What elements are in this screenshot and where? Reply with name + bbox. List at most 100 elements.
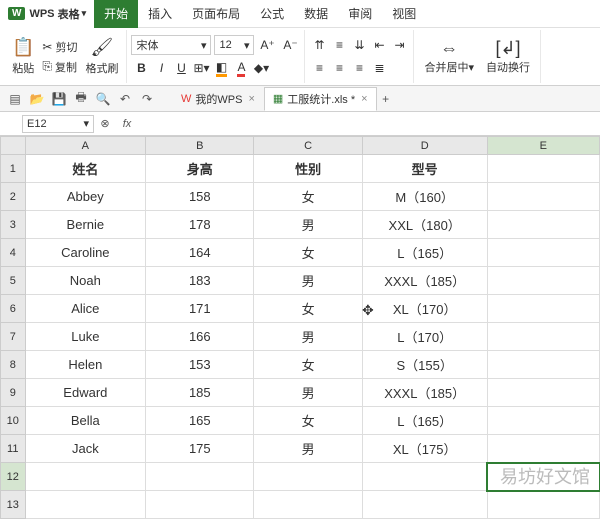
add-tab-button[interactable]: + <box>377 90 395 108</box>
format-painter-button[interactable]: 🖌 格式刷 <box>81 35 122 78</box>
border-button[interactable]: ⊞▾ <box>191 58 211 78</box>
cell[interactable] <box>362 491 487 519</box>
cell[interactable] <box>487 379 599 407</box>
menu-item-page-layout[interactable]: 页面布局 <box>182 0 250 28</box>
col-header-B[interactable]: B <box>146 137 254 155</box>
col-header-A[interactable]: A <box>25 137 146 155</box>
align-bottom-button[interactable]: ⇊ <box>349 35 369 55</box>
cell[interactable] <box>487 239 599 267</box>
doc-tab-file[interactable]: ▦ 工服统计.xls * × <box>264 87 377 111</box>
cell[interactable] <box>487 323 599 351</box>
cell[interactable] <box>146 463 254 491</box>
doc-tab-mywps[interactable]: W 我的WPS × <box>172 87 264 111</box>
col-header-D[interactable]: D <box>362 137 487 155</box>
italic-button[interactable]: I <box>151 58 171 78</box>
indent-increase-button[interactable]: ⇥ <box>389 35 409 55</box>
cell-selected[interactable] <box>487 463 599 491</box>
cell[interactable]: 178 <box>146 211 254 239</box>
name-box[interactable]: E12▾ <box>22 115 94 133</box>
cell[interactable]: Jack <box>25 435 146 463</box>
cell[interactable]: 171 <box>146 295 254 323</box>
cell[interactable]: 女 <box>254 407 362 435</box>
cell[interactable]: 男 <box>254 435 362 463</box>
align-top-button[interactable]: ⇈ <box>309 35 329 55</box>
cell[interactable] <box>146 491 254 519</box>
cell[interactable]: Caroline <box>25 239 146 267</box>
new-icon[interactable]: ▤ <box>6 90 24 108</box>
save-icon[interactable]: 💾 <box>50 90 68 108</box>
font-color-button[interactable]: A <box>231 58 251 78</box>
cell[interactable] <box>487 211 599 239</box>
row-header[interactable]: 10 <box>1 407 26 435</box>
cell[interactable]: L（165） <box>362 239 487 267</box>
cell[interactable] <box>487 435 599 463</box>
align-right-button[interactable]: ≡ <box>349 58 369 78</box>
cell[interactable]: 男 <box>254 211 362 239</box>
cell[interactable] <box>487 351 599 379</box>
cell[interactable] <box>487 295 599 323</box>
menu-item-formula[interactable]: 公式 <box>250 0 294 28</box>
cell[interactable]: 183 <box>146 267 254 295</box>
bold-button[interactable]: B <box>131 58 151 78</box>
cell[interactable] <box>362 463 487 491</box>
cell[interactable]: 姓名 <box>25 155 146 183</box>
cell[interactable]: L（170） <box>362 323 487 351</box>
cell[interactable]: 女 <box>254 295 362 323</box>
cell[interactable] <box>487 267 599 295</box>
row-header[interactable]: 12 <box>1 463 26 491</box>
align-center-button[interactable]: ≡ <box>329 58 349 78</box>
spreadsheet-grid[interactable]: A B C D E 1 姓名 身高 性别 型号 2Abbey158女M（160）… <box>0 136 600 519</box>
row-header[interactable]: 1 <box>1 155 26 183</box>
cell[interactable]: Bella <box>25 407 146 435</box>
underline-button[interactable]: U <box>171 58 191 78</box>
row-header[interactable]: 9 <box>1 379 26 407</box>
close-icon[interactable]: × <box>248 93 254 105</box>
row-header[interactable]: 3 <box>1 211 26 239</box>
undo-icon[interactable]: ↶ <box>116 90 134 108</box>
cell[interactable]: 男 <box>254 379 362 407</box>
cell[interactable]: 166 <box>146 323 254 351</box>
cell[interactable]: Noah <box>25 267 146 295</box>
increase-font-button[interactable]: A⁺ <box>257 35 277 55</box>
cell[interactable]: XXL（180） <box>362 211 487 239</box>
row-header[interactable]: 6 <box>1 295 26 323</box>
align-middle-button[interactable]: ≡ <box>329 35 349 55</box>
col-header-C[interactable]: C <box>254 137 362 155</box>
chevron-down-icon[interactable]: ▾ <box>82 8 87 19</box>
cell[interactable]: Bernie <box>25 211 146 239</box>
cell[interactable] <box>487 183 599 211</box>
menu-item-insert[interactable]: 插入 <box>138 0 182 28</box>
cell[interactable]: 女 <box>254 351 362 379</box>
row-header[interactable]: 11 <box>1 435 26 463</box>
cell[interactable]: Abbey <box>25 183 146 211</box>
cell[interactable] <box>254 491 362 519</box>
menu-item-review[interactable]: 审阅 <box>338 0 382 28</box>
row-header[interactable]: 13 <box>1 491 26 519</box>
preview-icon[interactable]: 🔍 <box>94 90 112 108</box>
row-header[interactable]: 4 <box>1 239 26 267</box>
fx-icon[interactable]: fx <box>118 115 136 133</box>
decrease-font-button[interactable]: A⁻ <box>280 35 300 55</box>
cell[interactable]: 185 <box>146 379 254 407</box>
row-header[interactable]: 7 <box>1 323 26 351</box>
font-name-select[interactable]: 宋体▾ <box>131 35 211 55</box>
cell[interactable]: 164 <box>146 239 254 267</box>
cancel-icon[interactable]: ⊗ <box>96 115 114 133</box>
cell[interactable]: XL（170） <box>362 295 487 323</box>
cell[interactable]: L（165） <box>362 407 487 435</box>
menu-item-home[interactable]: 开始 <box>94 0 138 28</box>
cell[interactable]: Edward <box>25 379 146 407</box>
cut-button[interactable]: ✂剪切 <box>38 37 81 57</box>
cell[interactable]: XXXL（185） <box>362 267 487 295</box>
cell[interactable] <box>25 463 146 491</box>
cell[interactable]: 女 <box>254 239 362 267</box>
cell[interactable]: M（160） <box>362 183 487 211</box>
cell[interactable]: 型号 <box>362 155 487 183</box>
open-icon[interactable]: 📂 <box>28 90 46 108</box>
cell[interactable]: 165 <box>146 407 254 435</box>
indent-decrease-button[interactable]: ⇤ <box>369 35 389 55</box>
close-icon[interactable]: × <box>361 93 367 105</box>
col-header-E[interactable]: E <box>487 137 599 155</box>
effects-button[interactable]: ◆▾ <box>251 58 271 78</box>
row-header[interactable]: 8 <box>1 351 26 379</box>
